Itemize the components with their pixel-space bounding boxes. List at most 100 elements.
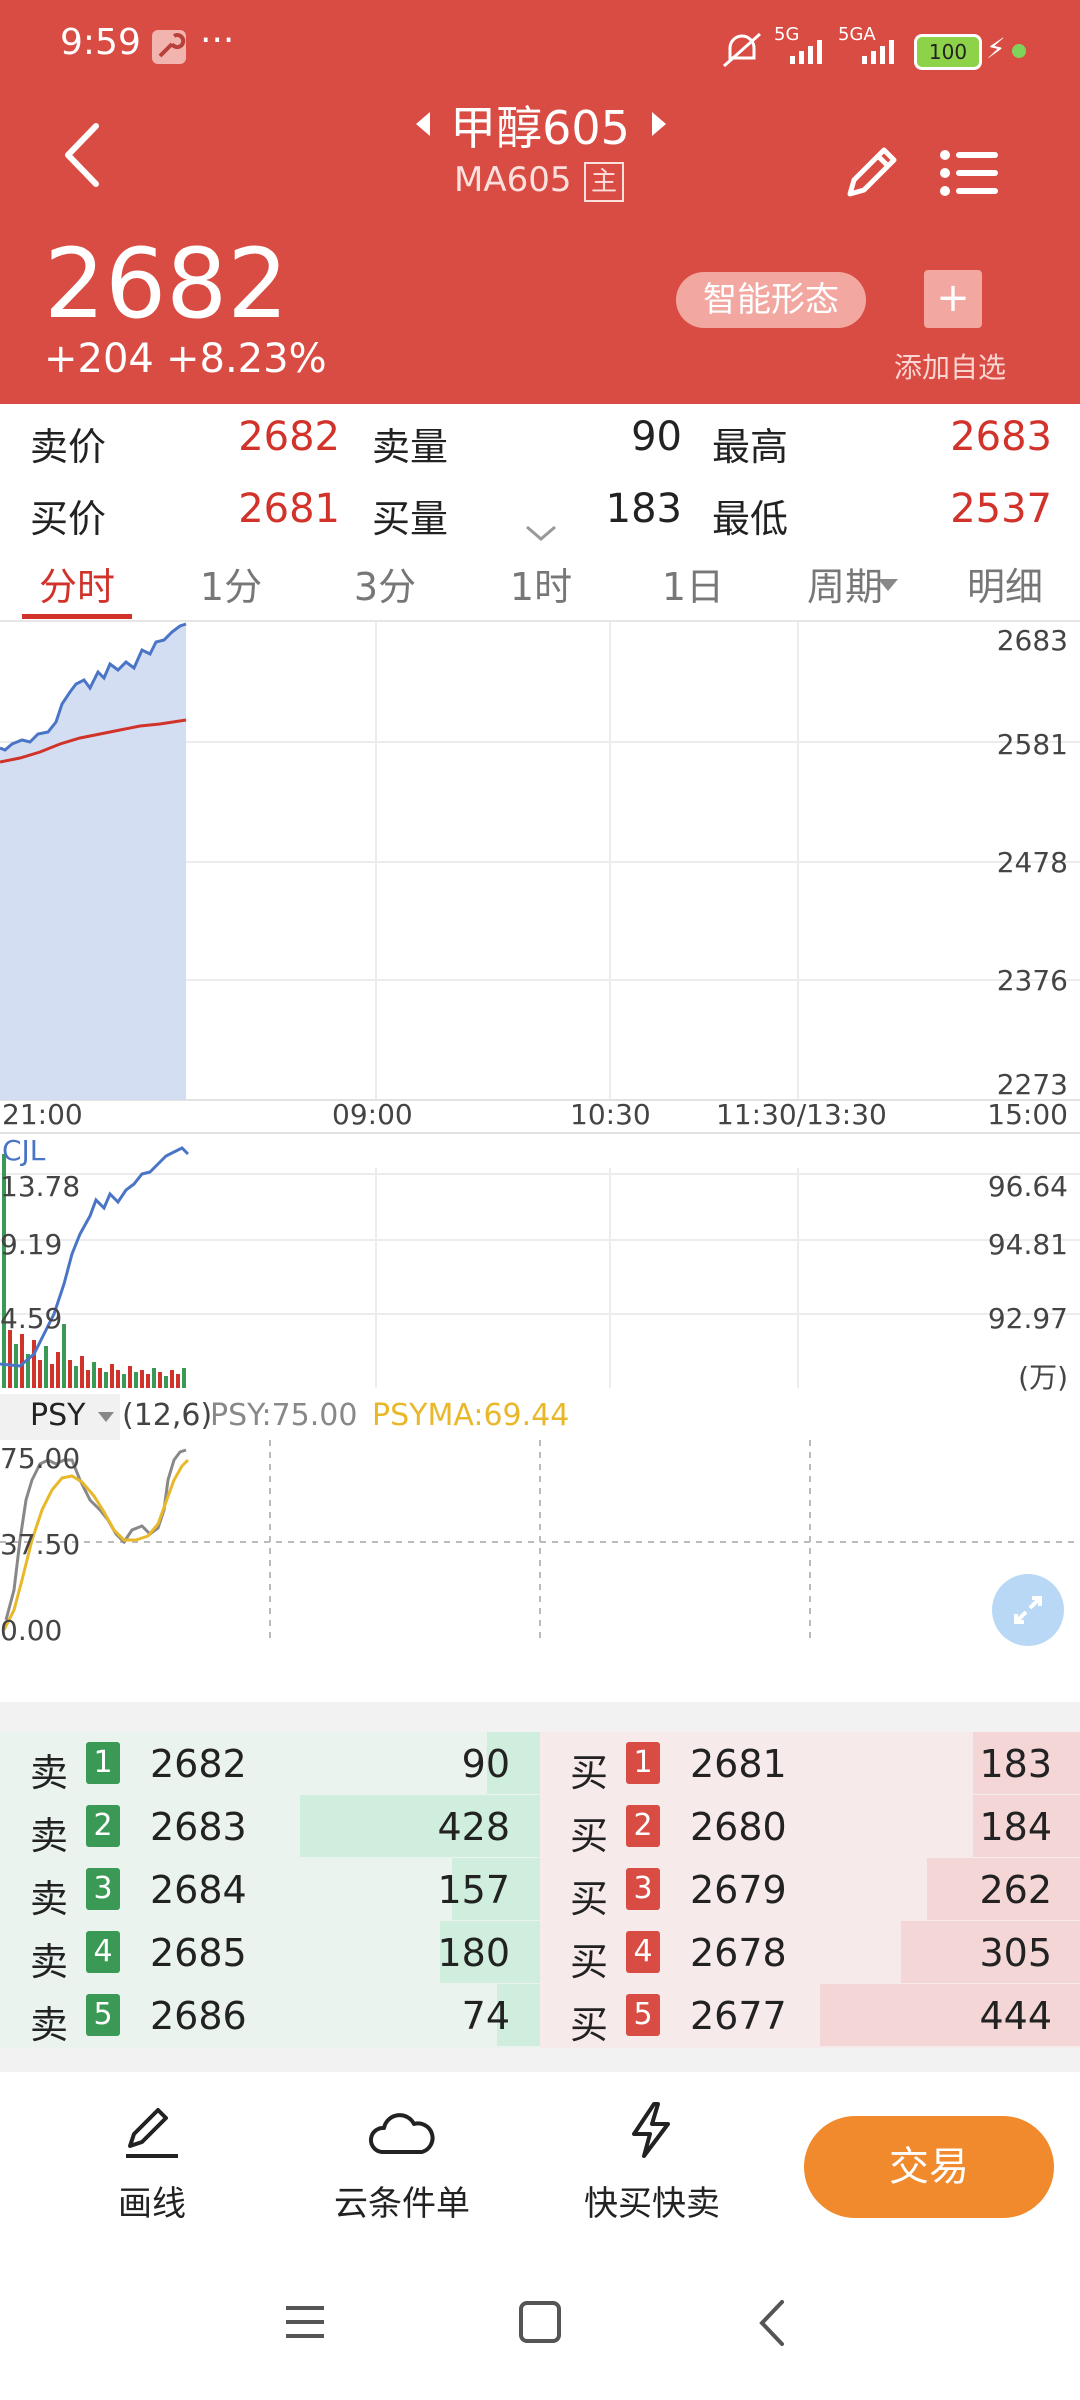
buy-row[interactable]: 买 1 2681 183 xyxy=(540,1732,1080,1795)
tab-1min[interactable]: 1分 xyxy=(176,556,286,611)
psy-value: PSY:75.00 xyxy=(210,1398,358,1433)
lightning-icon[interactable] xyxy=(624,2100,678,2164)
sell-level-badge: 1 xyxy=(86,1742,120,1784)
charging-icon: ⚡ xyxy=(986,32,1006,65)
y-tick: 2376 xyxy=(996,964,1068,997)
sell-row[interactable]: 卖 5 2686 74 xyxy=(0,1984,540,2047)
indicator-params: (12,6) xyxy=(122,1398,213,1433)
buy-row[interactable]: 买 5 2677 444 xyxy=(540,1984,1080,2047)
buy-volume: 305 xyxy=(979,1931,1052,1975)
buy-volume: 183 xyxy=(979,1742,1052,1786)
menu-icon[interactable] xyxy=(940,150,1000,200)
sell-price: 2682 xyxy=(150,1742,247,1786)
sell-volume: 180 xyxy=(437,1931,510,1975)
sell-label: 卖 xyxy=(30,2003,69,2047)
header: 9:59 ··· 5G 5GA 100 ⚡ 甲醇605 MA605 主 2682… xyxy=(0,0,1080,404)
vol-left-tick: 13.78 xyxy=(0,1170,81,1203)
battery-icon: 100 xyxy=(914,34,982,70)
signal2-icon xyxy=(862,40,902,68)
price-change: +204 xyxy=(44,336,154,382)
x-tick: 10:30 xyxy=(570,1098,651,1131)
x-tick: 15:00 xyxy=(987,1098,1068,1131)
recent-apps-icon[interactable] xyxy=(284,2302,326,2346)
vol-unit: (万) xyxy=(1018,1361,1068,1394)
tab-indicator xyxy=(22,614,132,619)
tab-intraday[interactable]: 分时 xyxy=(22,556,132,611)
home-icon[interactable] xyxy=(518,2300,562,2348)
next-contract-icon[interactable] xyxy=(648,110,670,142)
buy-price-value: 2681 xyxy=(238,486,340,532)
buy-price: 2679 xyxy=(690,1868,787,1912)
quick-trade-button[interactable]: 快买快卖 xyxy=(552,2176,752,2225)
sell-volume: 74 xyxy=(461,1994,510,2038)
high-value: 2683 xyxy=(950,414,1052,460)
buy-row[interactable]: 买 4 2678 305 xyxy=(540,1921,1080,1984)
sell-row[interactable]: 卖 4 2685 180 xyxy=(0,1921,540,1984)
dot-icon xyxy=(1012,44,1026,58)
buy-volume: 262 xyxy=(979,1868,1052,1912)
sell-price-label: 卖价 xyxy=(30,425,107,469)
sell-price: 2684 xyxy=(150,1868,247,1912)
buy-row[interactable]: 买 2 2680 184 xyxy=(540,1795,1080,1858)
buy-volume: 184 xyxy=(979,1805,1052,1849)
psy-tick: 37.50 xyxy=(0,1528,81,1561)
sell-level-badge: 4 xyxy=(86,1931,120,1973)
buy-label: 买 xyxy=(570,2003,609,2047)
tab-1hour[interactable]: 1时 xyxy=(486,556,596,611)
low-value: 2537 xyxy=(950,486,1052,532)
status-time: 9:59 xyxy=(60,22,141,63)
buy-price: 2681 xyxy=(690,1742,787,1786)
expand-quote-icon[interactable] xyxy=(524,524,558,546)
x-tick: 21:00 xyxy=(2,1098,83,1131)
cloud-icon[interactable] xyxy=(368,2108,436,2162)
tab-detail[interactable]: 明细 xyxy=(950,556,1060,611)
buy-level-badge: 4 xyxy=(626,1931,660,1973)
cloud-order-button[interactable]: 云条件单 xyxy=(302,2176,502,2225)
volume-label: CJL xyxy=(2,1134,46,1167)
buy-label: 买 xyxy=(570,1751,609,1795)
trade-button[interactable]: 交易 xyxy=(804,2116,1054,2218)
buy-label: 买 xyxy=(570,1877,609,1921)
system-back-icon[interactable] xyxy=(756,2298,786,2352)
buy-volume: 444 xyxy=(979,1994,1052,2038)
period-dropdown-icon[interactable] xyxy=(878,576,898,595)
price-change-pct: +8.23% xyxy=(166,336,327,382)
smart-pattern-button[interactable]: 智能形态 xyxy=(676,272,866,328)
tab-1day[interactable]: 1日 xyxy=(638,556,748,611)
sell-price: 2685 xyxy=(150,1931,247,1975)
contract-code: MA605 xyxy=(454,160,572,200)
sell-row[interactable]: 卖 1 2682 90 xyxy=(0,1732,540,1795)
x-tick: 09:00 xyxy=(332,1098,413,1131)
buy-level-badge: 2 xyxy=(626,1805,660,1847)
buy-row[interactable]: 买 3 2679 262 xyxy=(540,1858,1080,1921)
main-contract-badge: 主 xyxy=(584,162,624,202)
contract-title[interactable]: 甲醇605 xyxy=(0,92,1080,158)
indicator-name: PSY xyxy=(30,1398,86,1433)
sell-label: 卖 xyxy=(30,1877,69,1921)
buy-level-badge: 1 xyxy=(626,1742,660,1784)
tab-3min[interactable]: 3分 xyxy=(330,556,440,611)
psyma-value: PSYMA:69.44 xyxy=(372,1398,570,1433)
indicator-selector[interactable]: PSY xyxy=(0,1394,120,1440)
draw-button[interactable]: 画线 xyxy=(52,2176,252,2225)
sell-level-badge: 3 xyxy=(86,1868,120,1910)
add-watch-label[interactable]: 添加自选 xyxy=(894,346,1006,386)
buy-price: 2678 xyxy=(690,1931,787,1975)
buy-level-badge: 3 xyxy=(626,1868,660,1910)
y-tick: 2581 xyxy=(996,728,1068,761)
vol-right-tick: 92.97 xyxy=(987,1302,1068,1335)
buy-price: 2680 xyxy=(690,1805,787,1849)
edit-icon[interactable] xyxy=(840,140,904,208)
sell-row[interactable]: 卖 2 2683 428 xyxy=(0,1795,540,1858)
buy-price: 2677 xyxy=(690,1994,787,2038)
add-watch-button[interactable]: + xyxy=(924,270,982,328)
sell-row[interactable]: 卖 3 2684 157 xyxy=(0,1858,540,1921)
sell-label: 卖 xyxy=(30,1814,69,1858)
draw-icon[interactable] xyxy=(120,2104,184,2164)
buy-label: 买 xyxy=(570,1940,609,1984)
sell-price-value: 2682 xyxy=(238,414,340,460)
sell-price: 2683 xyxy=(150,1805,247,1849)
fullscreen-button[interactable] xyxy=(992,1574,1064,1646)
sell-level-badge: 2 xyxy=(86,1805,120,1847)
buy-label: 买 xyxy=(570,1814,609,1858)
